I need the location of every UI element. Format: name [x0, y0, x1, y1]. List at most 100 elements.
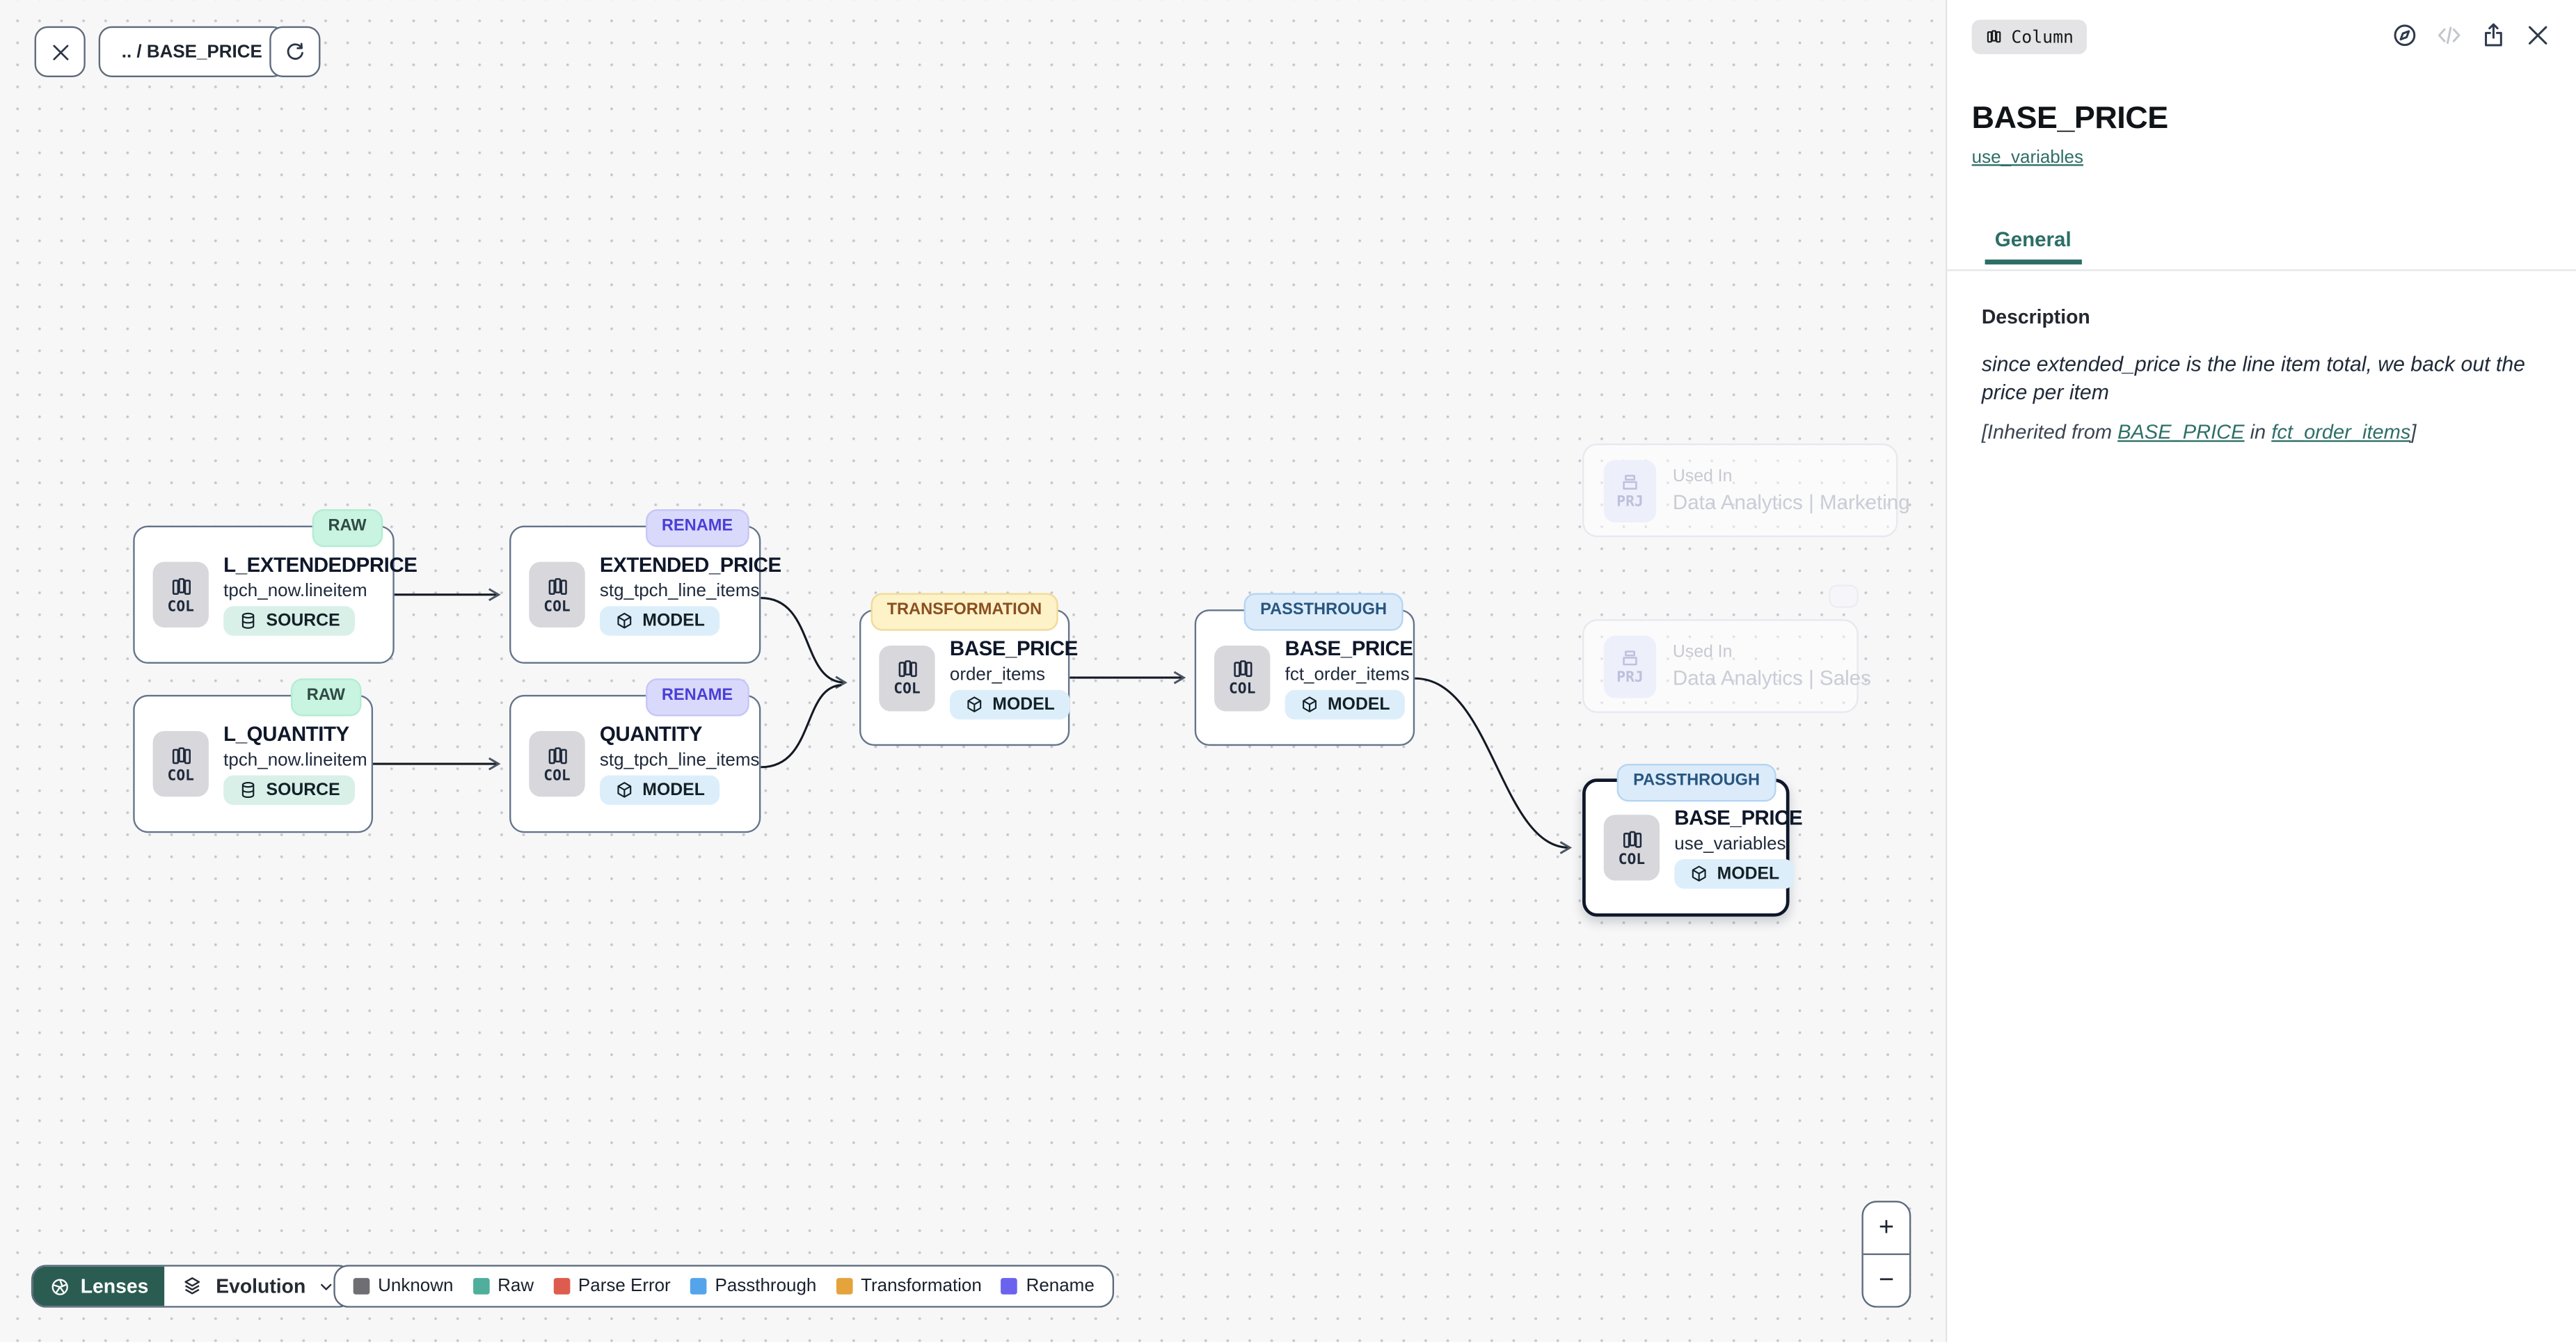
prj-chip-label: PRJ [1616, 669, 1643, 686]
cube-icon [1689, 864, 1709, 883]
model-badge: MODEL [1674, 859, 1794, 889]
inherited-column-link[interactable]: BASE_PRICE [2117, 421, 2244, 444]
node-quantity[interactable]: RENAME COL QUANTITY stg_tpch_line_items … [509, 695, 761, 833]
col-chip-label: COL [1619, 851, 1645, 868]
explore-compass-icon[interactable] [2391, 22, 2419, 49]
node-title: L_QUANTITY [223, 723, 349, 746]
node-title: L_EXTENDEDPRICE [223, 554, 417, 577]
kind-label: MODEL [1328, 694, 1390, 714]
close-panel-icon[interactable] [2524, 22, 2552, 49]
lenses-button[interactable]: Lenses [33, 1267, 165, 1306]
detail-panel: Column BASE_PRICE use_variables General … [1946, 0, 2576, 1343]
database-icon [238, 781, 257, 800]
edge-fctorderitems-usevariables [1415, 678, 1569, 847]
model-badge: MODEL [600, 776, 719, 806]
legend-label: Rename [1026, 1277, 1095, 1296]
project-icon [1619, 646, 1641, 669]
columns-icon [1985, 28, 2003, 46]
col-chip-label: COL [168, 599, 194, 616]
column-type-chip: COL [1214, 645, 1270, 710]
used-in-card-marketing[interactable]: PRJ Used In Data Analytics | Marketing [1582, 444, 1898, 538]
inherited-prefix: [Inherited from [1982, 421, 2117, 444]
node-evolution-badge: RAW [290, 678, 361, 716]
source-badge: SOURCE [223, 606, 355, 636]
refresh-button[interactable] [269, 26, 320, 77]
zoom-in-button[interactable]: + [1863, 1203, 1909, 1254]
columns-icon [1230, 657, 1255, 682]
columns-icon [168, 574, 193, 598]
legend-label: Passthrough [715, 1277, 817, 1296]
col-chip-label: COL [543, 599, 570, 616]
legend-swatch [473, 1278, 490, 1295]
node-extended-price[interactable]: RENAME COL EXTENDED_PRICE stg_tpch_line_… [509, 526, 761, 664]
code-icon[interactable] [2435, 22, 2463, 49]
node-base-price-use-variables[interactable]: PASSTHROUGH COL BASE_PRICE use_variables… [1582, 778, 1790, 916]
inherited-suffix: ] [2410, 421, 2416, 444]
used-in-label: Used In [1673, 642, 1871, 662]
column-type-chip: COL [153, 562, 209, 627]
node-base-price-fct-order-items[interactable]: PASSTHROUGH COL BASE_PRICE fct_order_ite… [1195, 609, 1415, 746]
col-chip-label: COL [893, 682, 920, 698]
lineage-canvas[interactable]: .. / BASE_PRICE RAW COL L_EXTENDEDPRICE … [0, 0, 1946, 1343]
cube-icon [614, 611, 634, 630]
columns-icon [545, 574, 569, 598]
node-title: BASE_PRICE [1674, 806, 1802, 829]
panel-actions [2391, 22, 2552, 49]
faded-badge [1829, 585, 1859, 608]
edge-quantity-orderitems [761, 685, 841, 767]
legend-item: Raw [473, 1277, 534, 1296]
stack-icon [182, 1274, 205, 1297]
breadcrumb[interactable]: .. / BASE_PRICE [99, 26, 285, 77]
lenses-label: Lenses [81, 1274, 149, 1297]
node-evolution-badge: RAW [312, 509, 383, 547]
node-title: QUANTITY [600, 723, 702, 746]
legend-item: Parse Error [553, 1277, 670, 1296]
node-evolution-badge: PASSTHROUGH [1617, 764, 1776, 801]
used-in-card-sales[interactable]: PRJ Used In Data Analytics | Sales [1582, 619, 1859, 713]
node-base-price-order-items[interactable]: TRANSFORMATION COL BASE_PRICE order_item… [859, 609, 1070, 746]
close-graph-button[interactable] [35, 26, 86, 77]
zoom-control: + − [1861, 1201, 1911, 1307]
cube-icon [1300, 694, 1319, 714]
node-subtitle: tpch_now.lineitem [223, 751, 367, 770]
lens-mode-dropdown[interactable]: Evolution [165, 1267, 351, 1306]
entity-type-badge: Column [1972, 19, 2087, 54]
database-icon [238, 611, 257, 630]
node-l-quantity[interactable]: RAW COL L_QUANTITY tpch_now.lineitem SOU… [133, 695, 373, 833]
legend-item: Unknown [353, 1277, 454, 1296]
columns-icon [895, 657, 919, 682]
node-evolution-badge: TRANSFORMATION [870, 593, 1058, 630]
legend-swatch [353, 1278, 370, 1295]
node-subtitle: stg_tpch_line_items [600, 751, 760, 770]
col-chip-label: COL [543, 768, 570, 785]
lens-mode-label: Evolution [216, 1274, 305, 1297]
cube-icon [964, 694, 984, 714]
columns-icon [1619, 827, 1644, 851]
cube-icon [614, 781, 634, 800]
tab-general[interactable]: General [1985, 218, 2081, 264]
legend-label: Transformation [861, 1277, 982, 1296]
kind-label: MODEL [1717, 864, 1780, 883]
edge-extendedprice-orderitems [761, 598, 844, 683]
columns-icon [545, 744, 569, 768]
legend: Unknown Raw Parse Error Passthrough Tran… [333, 1265, 1114, 1307]
legend-swatch [690, 1278, 707, 1295]
inherited-model-link[interactable]: fct_order_items [2271, 421, 2410, 444]
app: .. / BASE_PRICE RAW COL L_EXTENDEDPRICE … [0, 0, 2576, 1343]
node-evolution-badge: RENAME [645, 509, 749, 547]
share-icon[interactable] [2479, 22, 2507, 49]
node-l-extendedprice[interactable]: RAW COL L_EXTENDEDPRICE tpch_now.lineite… [133, 526, 394, 664]
panel-model-link[interactable]: use_variables [1972, 148, 2083, 168]
description-label: Description [1982, 305, 2090, 328]
column-type-chip: COL [879, 645, 935, 710]
node-evolution-badge: RENAME [645, 678, 749, 716]
refresh-icon [283, 40, 307, 64]
column-type-chip: COL [153, 731, 209, 797]
kind-label: MODEL [642, 781, 705, 800]
legend-item: Rename [1001, 1277, 1095, 1296]
zoom-out-button[interactable]: − [1863, 1254, 1909, 1306]
node-subtitle: use_variables [1674, 835, 1786, 854]
lenses-bar: Lenses Evolution [31, 1265, 353, 1307]
legend-swatch [836, 1278, 853, 1295]
column-type-chip: COL [1604, 815, 1660, 880]
